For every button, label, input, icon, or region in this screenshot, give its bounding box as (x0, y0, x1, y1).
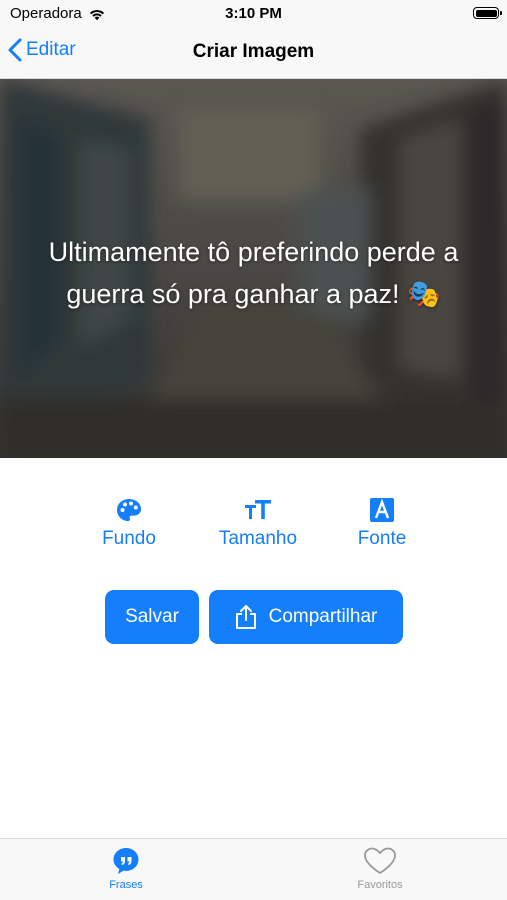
quote-line-1: Ultimamente tô preferindo perde a (48, 237, 459, 267)
share-button[interactable]: Compartilhar (209, 590, 403, 644)
palette-icon (117, 499, 141, 521)
image-preview: Ultimamente tô preferindo perde a guerra… (0, 79, 507, 458)
tab-phrases-label: Frases (109, 879, 143, 891)
quote-text: Ultimamente tô preferindo perde a guerra… (20, 231, 487, 315)
text-size-icon (245, 500, 271, 519)
page-title: Criar Imagem (192, 41, 315, 62)
tab-favorites-label: Favoritos (357, 879, 403, 891)
battery-icon (473, 7, 502, 19)
font-icon (370, 498, 394, 522)
font-button-label: Fonte (357, 528, 407, 549)
size-button-label: Tamanho (218, 528, 298, 549)
tab-favorites[interactable]: Favoritos (345, 847, 415, 891)
tab-bar: Frases Favoritos (0, 838, 507, 900)
share-icon (235, 605, 256, 629)
create-image-screen: Operadora 3:10 PM Editar Criar Imagem Ul… (0, 0, 507, 900)
heart-icon (364, 847, 396, 874)
save-button-label: Salvar (125, 606, 179, 627)
tab-phrases[interactable]: Frases (96, 847, 156, 891)
quote-bubble-icon (113, 848, 139, 874)
quote-line-2: guerra só pra ganhar a paz! 🎭 (66, 279, 441, 309)
font-button[interactable]: Fonte (354, 498, 410, 550)
size-button[interactable]: Tamanho (214, 498, 302, 550)
share-button-label: Compartilhar (268, 606, 378, 627)
status-bar: Operadora 3:10 PM (0, 0, 507, 28)
navigation-bar: Editar Criar Imagem (0, 28, 507, 79)
status-time: 3:10 PM (225, 5, 282, 22)
save-button[interactable]: Salvar (105, 590, 199, 644)
background-button[interactable]: Fundo (96, 498, 162, 550)
background-button-label: Fundo (102, 528, 156, 549)
